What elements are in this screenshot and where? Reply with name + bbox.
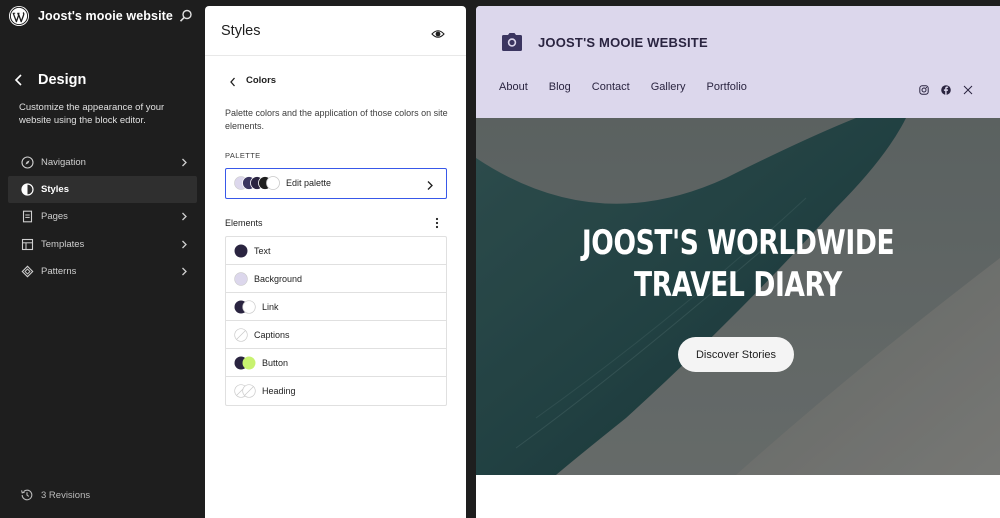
- section-description: Customize the appearance of your website…: [19, 102, 165, 126]
- element-row-heading[interactable]: Heading: [226, 377, 446, 405]
- color-swatch: [234, 244, 248, 258]
- colors-title: Colors: [246, 75, 277, 86]
- site-header: JOOST'S MOOIE WEBSITE About Blog Contact…: [476, 6, 1000, 118]
- hero-title-line: TRAVEL DIARY: [634, 265, 842, 305]
- preview-nav-item[interactable]: Contact: [592, 81, 630, 93]
- hero-title: JOOST'S WORLDWIDE TRAVEL DIARY: [534, 222, 943, 306]
- element-label: Heading: [262, 386, 296, 396]
- color-swatch: [234, 300, 258, 314]
- sidebar-item-label: Navigation: [41, 157, 86, 168]
- sidebar-item-templates[interactable]: Templates: [8, 231, 197, 258]
- element-row-button[interactable]: Button: [226, 349, 446, 377]
- site-hub: Joost's mooie website: [0, 0, 205, 32]
- search-icon[interactable]: [178, 8, 194, 24]
- elements-label: Elements: [225, 218, 263, 228]
- section-title: Design: [38, 72, 87, 88]
- sidebar-item-pages[interactable]: Pages: [8, 203, 197, 230]
- sidebar-item-label: Styles: [41, 184, 69, 195]
- chevron-right-icon: [180, 158, 188, 167]
- sidebar-item-label: Templates: [41, 239, 85, 250]
- wordpress-logo-icon[interactable]: [9, 6, 29, 26]
- panel-header: Styles: [205, 6, 466, 56]
- color-swatch: [234, 356, 258, 370]
- camera-icon: [501, 32, 523, 52]
- eye-icon[interactable]: [431, 26, 445, 38]
- element-row-captions[interactable]: Captions: [226, 321, 446, 349]
- instagram-icon[interactable]: [919, 82, 929, 95]
- sidebar-item-label: Patterns: [41, 266, 77, 277]
- preview-nav-item[interactable]: Blog: [549, 81, 571, 93]
- back-button-icon[interactable]: [228, 75, 238, 87]
- facebook-icon[interactable]: [941, 82, 951, 95]
- element-label: Link: [262, 302, 279, 312]
- compass-icon: [20, 156, 34, 170]
- sidebar-item-navigation[interactable]: Navigation: [8, 149, 197, 176]
- preview-site-title: JOOST'S MOOIE WEBSITE: [538, 35, 708, 50]
- element-row-link[interactable]: Link: [226, 293, 446, 321]
- chevron-right-icon: [180, 212, 188, 221]
- empty-swatch-icon: [234, 328, 248, 342]
- element-label: Captions: [254, 330, 290, 340]
- sidebar-item-patterns[interactable]: Patterns: [8, 258, 197, 285]
- palette-label: PALETTE: [225, 151, 261, 160]
- revisions-label: 3 Revisions: [41, 489, 91, 501]
- element-row-background[interactable]: Background: [226, 265, 446, 293]
- discover-stories-button[interactable]: Discover Stories: [678, 337, 794, 372]
- edit-palette-label: Edit palette: [286, 178, 332, 188]
- panel-title: Styles: [221, 23, 261, 39]
- diamond-icon: [20, 265, 34, 279]
- styles-panel: Styles Colors Palette colors and the app…: [205, 6, 466, 518]
- design-sidebar: Joost's mooie website Design Customize t…: [0, 0, 205, 518]
- element-label: Background: [254, 274, 303, 284]
- element-label: Button: [262, 358, 289, 368]
- preview-nav-item[interactable]: About: [499, 81, 528, 93]
- sidebar-item-styles[interactable]: Styles: [8, 176, 197, 203]
- chevron-right-icon: [426, 178, 434, 190]
- preview-nav-item[interactable]: Portfolio: [707, 81, 747, 93]
- element-label: Text: [254, 246, 271, 256]
- hero-cover: JOOST'S WORLDWIDE TRAVEL DIARY Discover …: [476, 118, 1000, 475]
- empty-swatch-icon: [234, 384, 258, 398]
- elements-list: Text Background Link Captions Button Hea…: [225, 236, 447, 406]
- chevron-right-icon: [180, 240, 188, 249]
- preview-nav: About Blog Contact Gallery Portfolio: [499, 81, 768, 93]
- colors-description: Palette colors and the application of th…: [225, 108, 448, 131]
- hero-title-line: JOOST'S WORLDWIDE: [581, 223, 895, 263]
- site-preview[interactable]: JOOST'S MOOIE WEBSITE About Blog Contact…: [476, 6, 1000, 518]
- edit-palette-button[interactable]: Edit palette: [225, 168, 447, 199]
- more-options-icon[interactable]: [434, 216, 440, 229]
- preview-nav-item[interactable]: Gallery: [651, 81, 686, 93]
- x-icon[interactable]: [963, 82, 973, 95]
- site-name[interactable]: Joost's mooie website: [38, 9, 173, 23]
- sidebar-item-label: Pages: [41, 211, 68, 222]
- palette-swatches: [234, 176, 284, 190]
- color-swatch: [234, 272, 248, 286]
- half-circle-icon: [20, 183, 34, 197]
- layout-icon: [20, 238, 34, 252]
- element-row-text[interactable]: Text: [226, 237, 446, 265]
- chevron-left-icon[interactable]: [12, 72, 26, 88]
- chevron-right-icon: [180, 267, 188, 276]
- history-icon: [20, 488, 34, 502]
- page-icon: [20, 210, 34, 224]
- revisions-link[interactable]: 3 Revisions: [20, 488, 90, 502]
